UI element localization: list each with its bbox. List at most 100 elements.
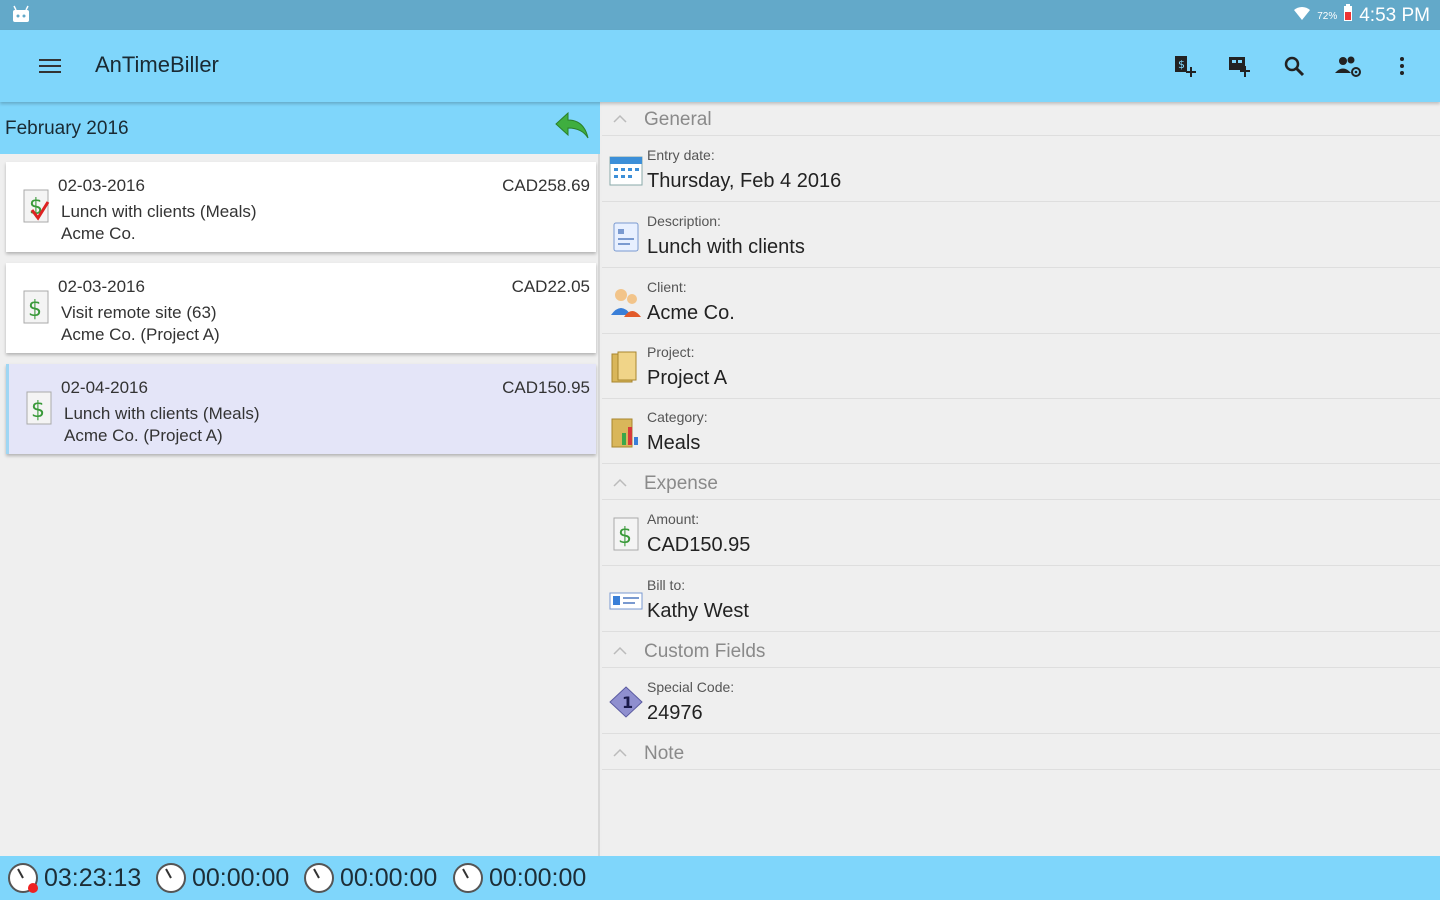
manage-clients-button[interactable] <box>1328 46 1368 86</box>
field-label: Special Code: <box>647 679 735 695</box>
field-label: Entry date: <box>647 147 715 163</box>
add-expense-button[interactable]: $ <box>1166 46 1206 86</box>
folder-icon <box>611 351 637 383</box>
section-label: Note <box>644 743 685 764</box>
add-expense-icon: $ <box>1175 56 1196 77</box>
entry-amount: CAD150.95 <box>502 378 590 397</box>
field-label: Amount: <box>647 511 700 527</box>
numbered-diamond-icon: 1 <box>609 686 643 718</box>
android-notification-icon <box>10 5 32 25</box>
field-label: Description: <box>647 213 721 229</box>
entry-description: Lunch with clients (Meals) <box>61 202 257 221</box>
back-button[interactable] <box>552 108 592 148</box>
status-time: 4:53 PM <box>1359 5 1430 26</box>
field-value: Lunch with clients <box>647 236 805 258</box>
entry-date: 02-04-2016 <box>61 378 148 397</box>
entry-description: Visit remote site (63) <box>61 303 217 322</box>
month-header: February 2016 <box>0 102 600 154</box>
more-options-button[interactable] <box>1382 46 1422 86</box>
section-label: Custom Fields <box>644 641 766 662</box>
list-item[interactable]: $ 02-03-2016 CAD22.05 Visit remote site … <box>6 263 596 353</box>
field-label: Category: <box>647 409 708 425</box>
stopwatch-icon <box>156 863 186 893</box>
battery-percent: 72% <box>1317 10 1338 22</box>
wifi-icon <box>1293 5 1311 27</box>
list-item[interactable]: $ 02-03-2016 CAD258.69 Lunch with client… <box>6 162 596 252</box>
entry-date: 02-03-2016 <box>58 277 145 296</box>
contact-card-icon <box>609 592 643 610</box>
section-general[interactable]: General <box>602 102 1440 136</box>
calendar-icon <box>609 156 643 186</box>
dollar-doc-icon: $ <box>613 517 639 551</box>
stopwatch-running-icon <box>8 863 38 893</box>
section-label: General <box>644 109 712 130</box>
manage-clients-icon <box>1335 56 1361 77</box>
stopwatch-icon <box>304 863 334 893</box>
field-value: 24976 <box>647 702 703 724</box>
svg-text:$: $ <box>31 398 45 423</box>
dollar-doc-icon: $ <box>20 289 54 329</box>
entry-client: Acme Co. <box>61 224 136 243</box>
category-folder-icon <box>611 418 638 448</box>
entry-amount: CAD22.05 <box>511 277 590 296</box>
section-expense[interactable]: Expense <box>602 466 1440 500</box>
field-bill-to[interactable]: Bill to: Kathy West <box>602 567 1440 632</box>
entry-list-pane: February 2016 $ 02-03-2016 CAD258.69 Lun… <box>0 102 600 856</box>
more-vert-icon <box>1400 57 1404 75</box>
status-bar: 72% 4:53 PM <box>0 0 1440 30</box>
section-custom-fields[interactable]: Custom Fields <box>602 634 1440 668</box>
field-description[interactable]: Description: Lunch with clients <box>602 203 1440 268</box>
entry-description: Lunch with clients (Meals) <box>64 404 260 423</box>
timer-value: 00:00:00 <box>489 863 587 892</box>
field-client[interactable]: Client: Acme Co. <box>602 269 1440 334</box>
menu-button[interactable] <box>30 48 70 84</box>
svg-text:$: $ <box>1178 58 1185 71</box>
search-button[interactable] <box>1274 46 1314 86</box>
section-note[interactable]: Note <box>602 736 1440 770</box>
timer-3[interactable]: 00:00:00 <box>302 860 437 896</box>
field-value: Acme Co. <box>647 302 735 324</box>
dollar-check-icon: $ <box>20 188 54 228</box>
timer-value: 03:23:13 <box>44 863 142 892</box>
svg-text:1: 1 <box>622 693 633 712</box>
timer-1[interactable]: 03:23:13 <box>6 860 141 896</box>
section-label: Expense <box>644 473 718 494</box>
field-amount[interactable]: $ Amount: CAD150.95 <box>602 501 1440 566</box>
app-bar: AnTimeBiller $ <box>0 30 1440 102</box>
field-label: Bill to: <box>647 577 686 593</box>
field-value: Meals <box>647 432 701 454</box>
field-label: Client: <box>647 279 687 295</box>
app-title: AnTimeBiller <box>95 52 219 77</box>
field-value: Project A <box>647 367 728 389</box>
note-card-icon <box>613 222 639 252</box>
field-entry-date[interactable]: Entry date: Thursday, Feb 4 2016 <box>602 137 1440 202</box>
list-item-selected[interactable]: $ 02-04-2016 CAD150.95 Lunch with client… <box>6 364 596 454</box>
timer-value: 00:00:00 <box>192 863 290 892</box>
svg-text:$: $ <box>618 524 632 549</box>
entry-amount: CAD258.69 <box>502 176 590 195</box>
timer-2[interactable]: 00:00:00 <box>154 860 289 896</box>
month-label: February 2016 <box>5 118 129 139</box>
search-icon <box>1284 56 1305 77</box>
hamburger-menu-icon <box>39 59 61 73</box>
field-category[interactable]: Category: Meals <box>602 399 1440 464</box>
timer-value: 00:00:00 <box>340 863 438 892</box>
chevron-up-icon <box>613 114 627 123</box>
chevron-up-icon <box>613 748 627 757</box>
entry-client: Acme Co. (Project A) <box>61 325 220 344</box>
field-project[interactable]: Project: Project A <box>602 334 1440 399</box>
field-label: Project: <box>647 344 695 360</box>
field-special-code[interactable]: 1 Special Code: 24976 <box>602 669 1440 734</box>
chevron-up-icon <box>613 646 627 655</box>
timer-bar: 03:23:13 00:00:00 00:00:00 00:00:00 <box>0 856 1440 900</box>
entry-client: Acme Co. (Project A) <box>64 426 223 445</box>
timer-4[interactable]: 00:00:00 <box>451 860 586 896</box>
back-arrow-icon <box>555 111 589 139</box>
entry-detail-pane: General Entry date: Thursday, Feb 4 2016… <box>602 102 1440 856</box>
add-time-entry-button[interactable] <box>1220 46 1260 86</box>
field-value: CAD150.95 <box>647 534 751 556</box>
field-value: Kathy West <box>647 600 749 622</box>
battery-icon <box>1343 4 1353 28</box>
entry-date: 02-03-2016 <box>58 176 145 195</box>
add-time-entry-icon <box>1229 57 1250 77</box>
